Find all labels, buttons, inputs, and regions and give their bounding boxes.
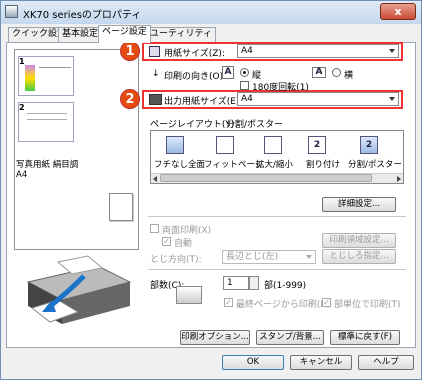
arrow-down-icon: ↓ — [152, 69, 160, 79]
fit-page-icon[interactable] — [216, 136, 234, 154]
printer-small-icon — [149, 94, 162, 105]
binding-side-label: とじ方向(T): — [150, 255, 202, 265]
borderless-icon[interactable] — [166, 136, 184, 154]
paper-icon — [109, 193, 133, 221]
layout-option-borderless: フチなし全面 — [154, 160, 206, 170]
stacked-pages-icon — [176, 286, 202, 304]
output-size-select[interactable]: A4 — [237, 92, 399, 106]
tab-basic[interactable]: 基本設定 — [58, 27, 103, 42]
window-title: XK70 seriesのプロパティ — [23, 10, 142, 21]
tiling-poster-icon[interactable]: 2 — [360, 136, 378, 154]
print-options-button[interactable]: 印刷オプション... — [180, 330, 250, 345]
close-button[interactable]: x — [380, 3, 416, 20]
copies-range-label: 部(1-999) — [264, 281, 307, 291]
paper-size-select[interactable]: A4 — [237, 44, 399, 58]
binding-side-value: 長辺とじ(左) — [226, 252, 279, 262]
help-button[interactable]: ヘルプ — [358, 355, 414, 370]
media-type-label: 写真用紙 絹目調 — [16, 160, 79, 170]
layout-option-poster: 分割/ポスター — [348, 160, 402, 170]
step-badge-2: 2 — [120, 89, 140, 109]
chevron-down-icon — [389, 97, 395, 101]
tab-page-setup[interactable]: ページ設定 — [98, 25, 151, 43]
copies-input[interactable]: 1 — [223, 276, 249, 290]
layout-option-scaled: 拡大/縮小 — [256, 160, 293, 170]
cancel-button[interactable]: キャンセル — [290, 355, 352, 370]
binding-margin-button[interactable]: とじしろ指定... — [322, 249, 396, 264]
scroll-left-icon[interactable] — [153, 176, 157, 182]
duplex-label: 両面印刷(X) — [162, 226, 212, 236]
stamp-background-button[interactable]: スタンプ/背景... — [256, 330, 324, 345]
collate-checkbox[interactable]: ✓ — [322, 298, 331, 307]
printer-app-icon — [5, 5, 18, 18]
page-number-1: 1 — [19, 57, 25, 66]
preview-page-1: 1 — [18, 56, 74, 96]
scrollbar-thumb[interactable] — [160, 174, 372, 182]
reverse-order-checkbox[interactable]: ✓ — [224, 298, 233, 307]
detail-settings-button[interactable]: 詳細設定... — [322, 197, 396, 212]
duplex-checkbox[interactable] — [150, 224, 159, 233]
landscape-icon: A — [312, 67, 326, 78]
landscape-radio[interactable] — [332, 68, 341, 77]
preview-image — [25, 65, 35, 91]
media-size-label: A4 — [16, 170, 28, 180]
print-area-button[interactable]: 印刷領域設定... — [322, 233, 396, 248]
paper-size-value: A4 — [241, 46, 253, 56]
paper-size-icon — [149, 46, 160, 57]
page-number-2: 2 — [19, 103, 25, 112]
layout-option-fit-page: フィットページ — [204, 160, 264, 170]
auto-duplex-label: 自動 — [174, 239, 193, 249]
copies-spinner[interactable] — [249, 276, 259, 290]
page-layout-label: ページレイアウト(Y): — [150, 120, 238, 130]
output-size-label: 出力用紙サイズ(E): — [164, 97, 243, 107]
scroll-right-icon[interactable] — [397, 176, 401, 182]
chevron-down-icon — [389, 49, 395, 53]
landscape-label: 横 — [344, 71, 354, 81]
page-layout-value: 分割/ポスター — [226, 120, 284, 130]
preview-page-2: 2 — [18, 102, 74, 142]
portrait-radio[interactable] — [240, 68, 249, 77]
printer-illustration — [26, 255, 132, 324]
ok-button[interactable]: OK — [222, 355, 284, 370]
step-badge-1: 1 — [120, 41, 140, 61]
auto-duplex-checkbox[interactable]: ✓ — [162, 237, 171, 246]
layout-option-page-layout: 割り付け — [306, 160, 341, 170]
orientation-label: 印刷の向き(O): — [164, 72, 227, 82]
page-layout-icon[interactable]: 2 — [308, 136, 326, 154]
rotate-180-checkbox[interactable] — [240, 81, 249, 90]
reverse-order-label: 最終ページから印刷(R) — [236, 300, 331, 310]
defaults-button[interactable]: 標準に戻す(F) — [330, 330, 400, 345]
paper-size-label: 用紙サイズ(Z): — [164, 49, 225, 59]
output-size-value: A4 — [241, 94, 253, 104]
binding-side-select[interactable]: 長辺とじ(左) — [222, 250, 316, 264]
tab-utility[interactable]: ユーティリティ — [146, 27, 216, 42]
chevron-down-icon — [306, 255, 312, 259]
scaled-icon[interactable] — [264, 136, 282, 154]
portrait-icon: A — [222, 66, 234, 79]
title-bar: XK70 seriesのプロパティ — [0, 0, 422, 24]
collate-label: 部単位で印刷(T) — [334, 300, 401, 310]
